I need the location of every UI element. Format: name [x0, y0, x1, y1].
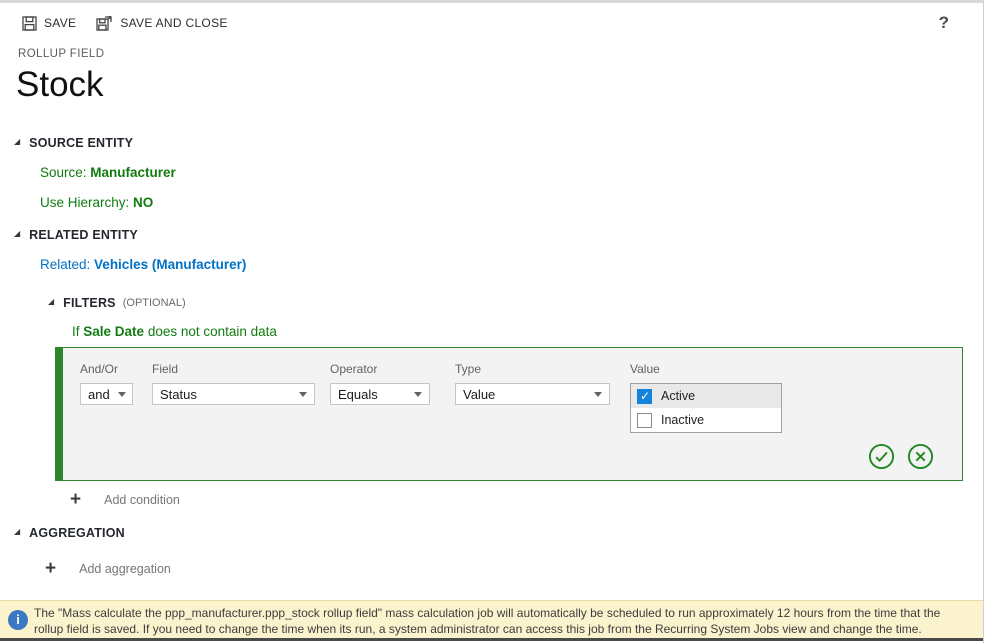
section-label: AGGREGATION [29, 526, 125, 540]
option-label: Inactive [661, 413, 704, 427]
collapse-triangle-icon: ◢ [14, 138, 20, 146]
add-condition-label: Add condition [104, 493, 180, 507]
hierarchy-label: Use Hierarchy: [40, 195, 133, 210]
value-option-active[interactable]: Active [631, 384, 781, 408]
rollup-field-editor: SAVE SAVE AND CLOSE ? ROLLUP FIELD Stock… [0, 0, 984, 643]
save-label: SAVE [44, 16, 76, 30]
source-label: Source: [40, 165, 90, 180]
page-title: Stock [16, 65, 104, 105]
condition-actions [868, 443, 934, 470]
help-icon[interactable]: ? [939, 13, 949, 33]
andor-value: and [88, 387, 110, 402]
add-condition-button[interactable]: + Add condition [70, 490, 180, 509]
section-label: RELATED ENTITY [29, 228, 138, 242]
source-value: Manufacturer [90, 165, 176, 180]
column-label-field: Field [152, 362, 178, 376]
column-label-andor: And/Or [80, 362, 118, 376]
operator-value: Equals [338, 387, 378, 402]
condition-editor: And/Or Field Operator Type Value and Sta… [55, 347, 963, 481]
mass-calculation-notice: i The "Mass calculate the ppp_manufactur… [0, 600, 984, 639]
add-aggregation-button[interactable]: + Add aggregation [45, 559, 171, 578]
andor-dropdown[interactable]: and [80, 383, 133, 405]
collapse-triangle-icon: ◢ [14, 230, 20, 238]
collapse-triangle-icon: ◢ [48, 298, 54, 306]
optional-label: (OPTIONAL) [123, 297, 186, 309]
related-value: Vehicles (Manufacturer) [94, 257, 246, 272]
related-entity-link[interactable]: Related: Vehicles (Manufacturer) [40, 257, 246, 272]
entity-type-label: ROLLUP FIELD [18, 48, 104, 60]
summary-prefix: If [72, 324, 83, 339]
save-icon [22, 16, 37, 31]
section-filters[interactable]: ◢ FILTERS (OPTIONAL) [48, 296, 186, 310]
section-aggregation[interactable]: ◢ AGGREGATION [14, 526, 125, 540]
source-entity-value: Source: Manufacturer [40, 165, 176, 180]
section-label: FILTERS [63, 296, 116, 310]
column-label-value: Value [630, 362, 660, 376]
info-icon: i [8, 610, 28, 630]
window-bottom-border [0, 638, 984, 641]
save-and-close-label: SAVE AND CLOSE [120, 16, 227, 30]
plus-icon: + [45, 559, 56, 578]
chevron-down-icon [594, 392, 602, 397]
value-option-inactive[interactable]: Inactive [631, 408, 781, 432]
delete-condition-button[interactable] [907, 443, 934, 470]
value-listbox: Active Inactive [630, 383, 782, 433]
operator-dropdown[interactable]: Equals [330, 383, 430, 405]
chevron-down-icon [118, 392, 126, 397]
hierarchy-value: NO [133, 195, 153, 210]
checkbox-inactive[interactable] [637, 413, 652, 428]
field-value: Status [160, 387, 197, 402]
option-label: Active [661, 389, 695, 403]
summary-field: Sale Date [83, 324, 144, 339]
checkbox-active[interactable] [637, 389, 652, 404]
field-dropdown[interactable]: Status [152, 383, 315, 405]
toolbar: SAVE SAVE AND CLOSE [22, 15, 228, 31]
summary-suffix: does not contain data [144, 324, 277, 339]
section-label: SOURCE ENTITY [29, 136, 133, 150]
add-aggregation-label: Add aggregation [79, 562, 171, 576]
related-label: Related: [40, 257, 94, 272]
type-dropdown[interactable]: Value [455, 383, 610, 405]
column-label-operator: Operator [330, 362, 377, 376]
filter-summary[interactable]: If Sale Date does not contain data [72, 324, 277, 339]
type-value: Value [463, 387, 495, 402]
plus-icon: + [70, 490, 81, 509]
save-and-close-icon [96, 15, 113, 31]
collapse-triangle-icon: ◢ [14, 528, 20, 536]
chevron-down-icon [299, 392, 307, 397]
chevron-down-icon [414, 392, 422, 397]
section-related-entity[interactable]: ◢ RELATED ENTITY [14, 228, 138, 242]
column-label-type: Type [455, 362, 481, 376]
save-and-close-button[interactable]: SAVE AND CLOSE [96, 15, 227, 31]
save-button[interactable]: SAVE [22, 16, 76, 31]
confirm-condition-button[interactable] [868, 443, 895, 470]
section-source-entity[interactable]: ◢ SOURCE ENTITY [14, 136, 133, 150]
notice-text: The "Mass calculate the ppp_manufacturer… [34, 606, 940, 636]
use-hierarchy-value: Use Hierarchy: NO [40, 195, 153, 210]
